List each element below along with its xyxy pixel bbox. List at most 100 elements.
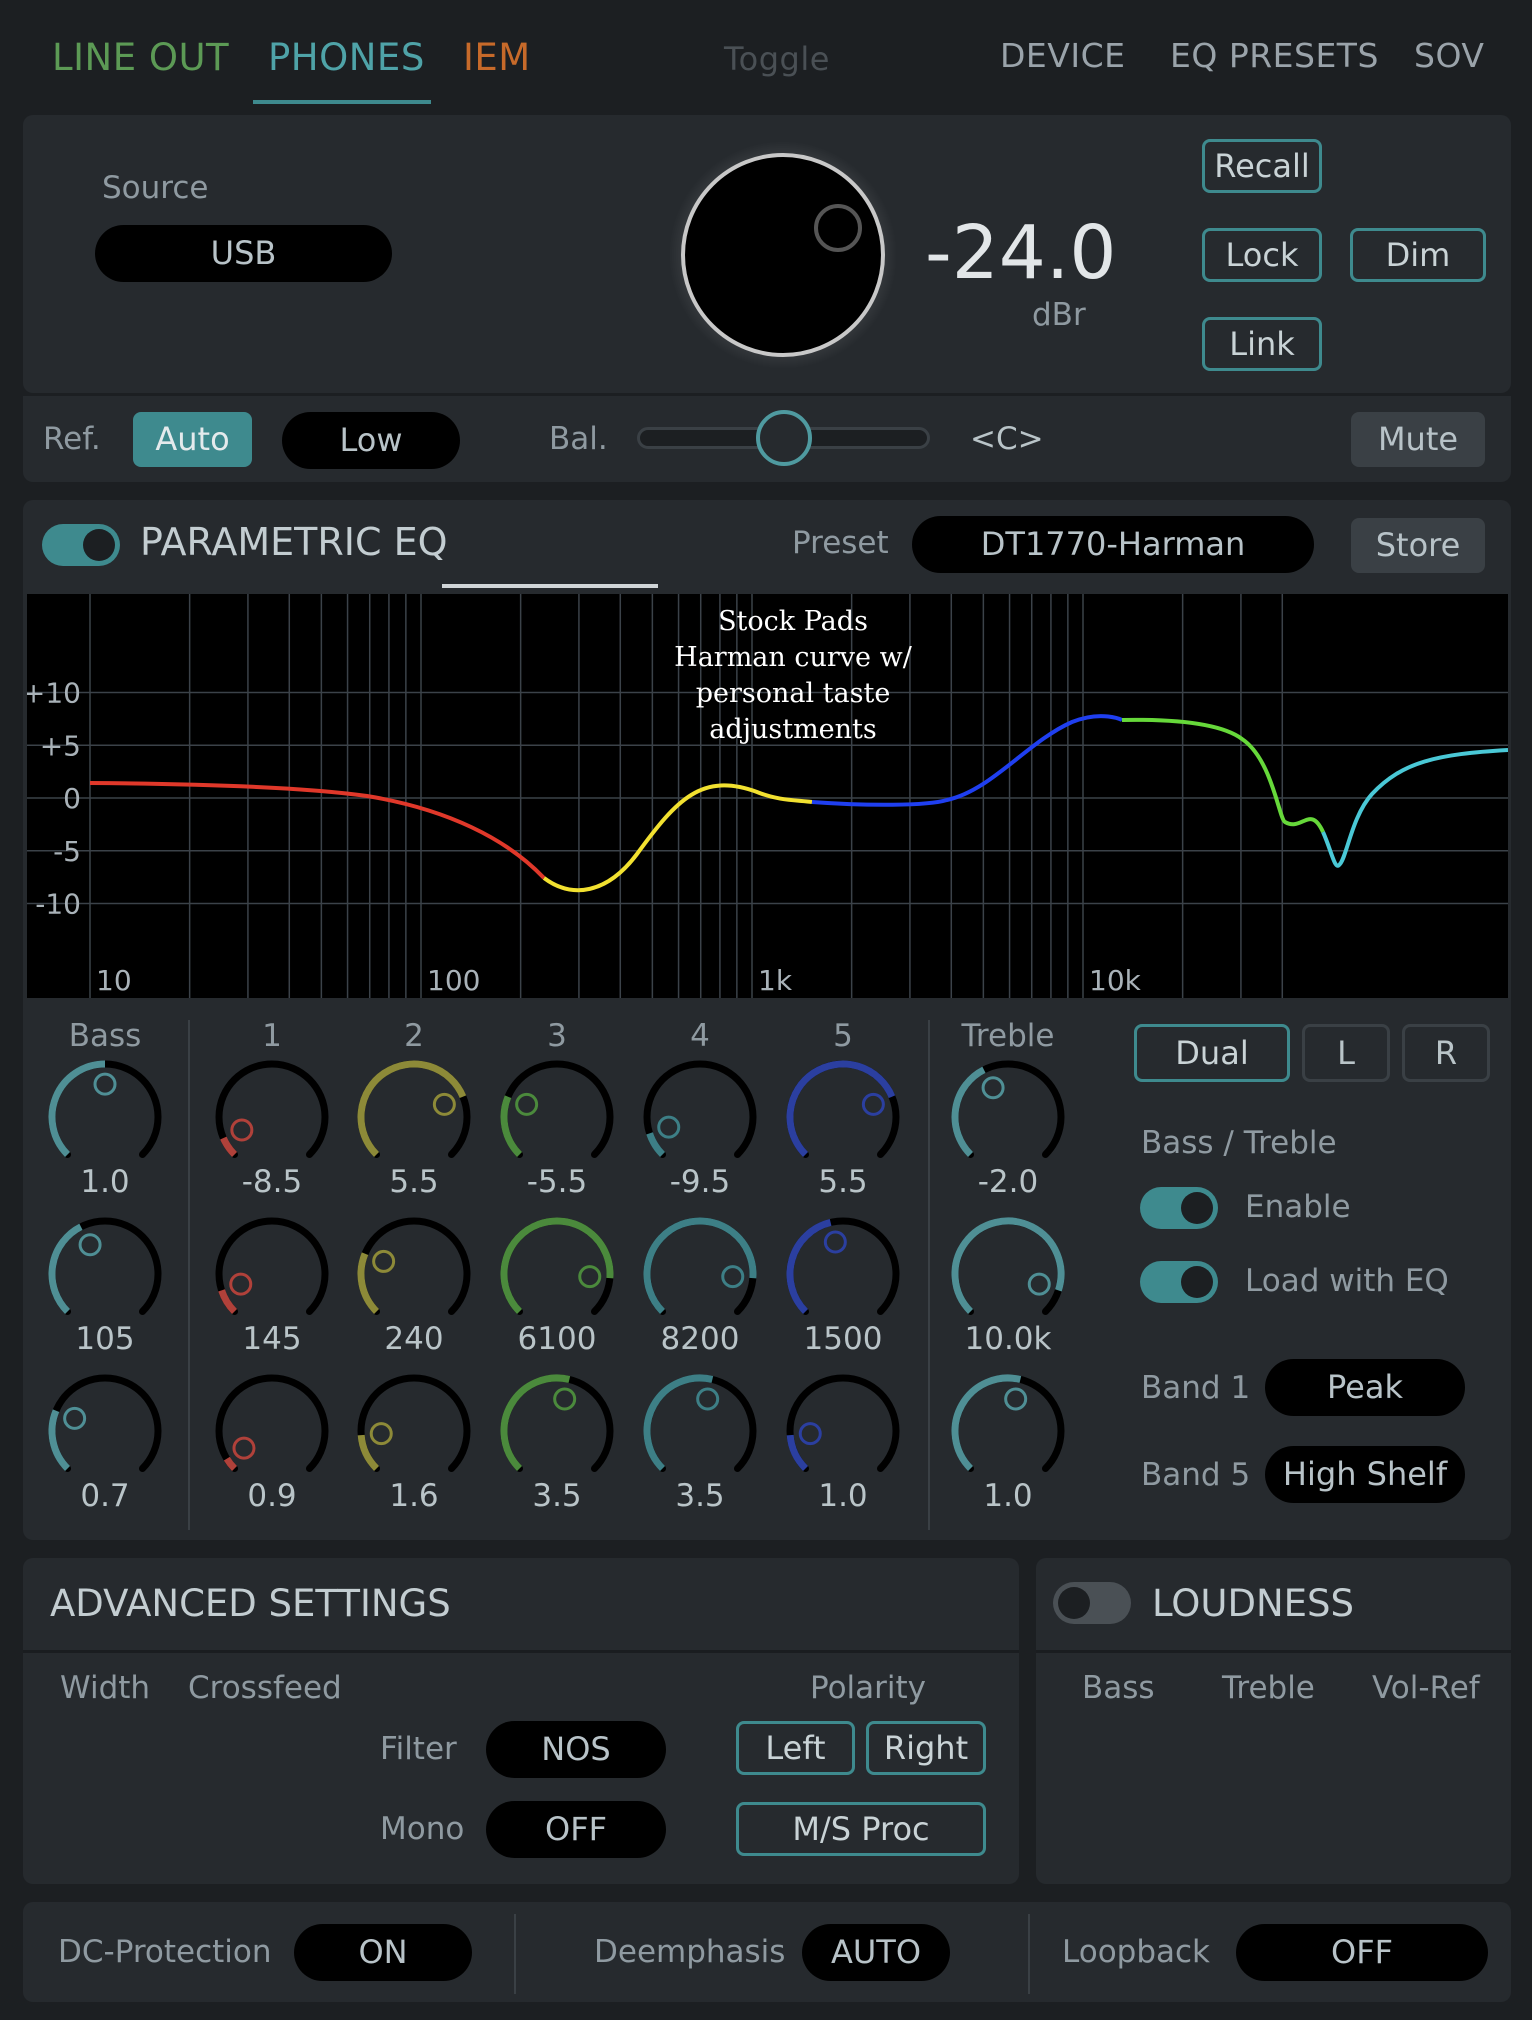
- band-knob-freq[interactable]: [637, 1211, 763, 1337]
- ref-auto-button[interactable]: Auto: [133, 412, 252, 467]
- mute-button[interactable]: Mute: [1351, 412, 1485, 467]
- tab-line-out[interactable]: LINE OUT: [52, 36, 229, 79]
- band-knob-freq[interactable]: [780, 1211, 906, 1337]
- source-label: Source: [102, 170, 209, 206]
- knob-indicator: [515, 1092, 539, 1116]
- band-knob-gain[interactable]: [42, 1054, 168, 1180]
- eq-note-line: Harman curve w/: [674, 642, 913, 673]
- band-knob-q[interactable]: [209, 1368, 335, 1494]
- loopback-select[interactable]: OFF: [1236, 1924, 1488, 1981]
- bands-divider-left: [188, 1020, 190, 1530]
- ms-proc-button[interactable]: M/S Proc: [736, 1802, 986, 1856]
- tab-device[interactable]: DEVICE: [1000, 36, 1125, 75]
- eq-note-line: personal taste: [696, 678, 891, 709]
- eq-x-tick: 10k: [1089, 964, 1142, 997]
- knob-indicator: [1004, 1387, 1028, 1411]
- band-knob-q[interactable]: [351, 1368, 477, 1494]
- band-knob-q[interactable]: [945, 1368, 1071, 1494]
- band-knob-freq[interactable]: [209, 1211, 335, 1337]
- knob-indicator: [93, 1072, 117, 1096]
- loudness-header-line: [1036, 1650, 1511, 1653]
- knob-indicator: [1027, 1272, 1051, 1296]
- knob-indicator: [798, 1422, 822, 1446]
- band-header: 1: [262, 1018, 282, 1054]
- polarity-right-button[interactable]: Right: [866, 1721, 986, 1775]
- band5-type-select[interactable]: High Shelf: [1265, 1446, 1465, 1503]
- volume-knob[interactable]: [668, 140, 898, 370]
- source-select[interactable]: USB: [95, 225, 392, 282]
- band-value-freq: 10.0k: [964, 1321, 1052, 1357]
- band-value-q: 1.6: [389, 1478, 439, 1514]
- loudness-toggle[interactable]: [1053, 1582, 1131, 1624]
- channel-dual-button[interactable]: Dual: [1134, 1024, 1290, 1082]
- knob-indicator: [721, 1265, 745, 1289]
- ref-low-select[interactable]: Low: [282, 412, 460, 469]
- dim-button[interactable]: Dim: [1350, 228, 1486, 282]
- band1-type-select[interactable]: Peak: [1265, 1359, 1465, 1416]
- band-knob-freq[interactable]: [42, 1211, 168, 1337]
- balance-label: Bal.: [549, 421, 608, 457]
- band-value-freq: 1500: [803, 1321, 883, 1357]
- band-knob-q[interactable]: [42, 1368, 168, 1494]
- loudness-title: LOUDNESS: [1152, 1582, 1355, 1625]
- lock-button[interactable]: Lock: [1202, 228, 1322, 282]
- band-knob-gain[interactable]: [945, 1054, 1071, 1180]
- bass-treble-enable-label: Enable: [1245, 1189, 1351, 1225]
- peq-title: PARAMETRIC EQ: [140, 520, 448, 564]
- recall-button[interactable]: Recall: [1202, 139, 1322, 193]
- filter-select[interactable]: NOS: [486, 1721, 666, 1778]
- tab-iem[interactable]: IEM: [463, 36, 531, 79]
- band-knob-freq[interactable]: [351, 1211, 477, 1337]
- band-header: 2: [404, 1018, 424, 1054]
- balance-thumb[interactable]: [756, 410, 812, 466]
- band-knob-gain[interactable]: [209, 1054, 335, 1180]
- band-knob-q[interactable]: [780, 1368, 906, 1494]
- channel-l-button[interactable]: L: [1302, 1024, 1390, 1082]
- band-knob-gain[interactable]: [637, 1054, 763, 1180]
- mono-label: Mono: [380, 1811, 465, 1847]
- eq-x-tick: 100: [427, 964, 480, 997]
- eq-y-tick: -10: [35, 888, 81, 921]
- band-knob-q[interactable]: [637, 1368, 763, 1494]
- tab-eq-presets[interactable]: EQ PRESETS: [1170, 36, 1379, 75]
- knob-indicator: [232, 1436, 256, 1460]
- band-knob-gain[interactable]: [494, 1054, 620, 1180]
- link-button[interactable]: Link: [1202, 317, 1322, 371]
- knob-indicator: [553, 1387, 577, 1411]
- band-knob-freq[interactable]: [945, 1211, 1071, 1337]
- mono-select[interactable]: OFF: [486, 1801, 666, 1858]
- eq-graph[interactable]: +10 +5 0 -5 -10 10 100 1k 10k Stock Pads Harman …: [27, 594, 1508, 998]
- band-knob-gain[interactable]: [780, 1054, 906, 1180]
- band-header: 3: [547, 1018, 567, 1054]
- band-value-gain: 1.0: [80, 1164, 130, 1200]
- preset-select[interactable]: DT1770-Harman: [912, 516, 1314, 573]
- band-value-q: 3.5: [532, 1478, 582, 1514]
- band-knob-gain[interactable]: [351, 1054, 477, 1180]
- eq-y-tick: +5: [40, 729, 81, 762]
- band-knob-freq[interactable]: [494, 1211, 620, 1337]
- dc-protection-label: DC-Protection: [58, 1934, 272, 1970]
- loopback-label: Loopback: [1062, 1934, 1211, 1970]
- load-with-eq-toggle[interactable]: [1140, 1261, 1218, 1303]
- peq-enable-toggle[interactable]: [42, 524, 120, 566]
- band-value-gain: 5.5: [389, 1164, 439, 1200]
- tab-sov[interactable]: SOV: [1414, 36, 1484, 75]
- polarity-left-button[interactable]: Left: [736, 1721, 855, 1775]
- knob-indicator: [63, 1406, 87, 1430]
- eq-note-line: Stock Pads: [718, 606, 868, 637]
- eq-x-tick: 10: [96, 964, 132, 997]
- store-button[interactable]: Store: [1351, 518, 1485, 573]
- bass-treble-enable-toggle[interactable]: [1140, 1187, 1218, 1229]
- deemphasis-select[interactable]: AUTO: [802, 1924, 950, 1981]
- dc-protection-select[interactable]: ON: [294, 1924, 472, 1981]
- tab-phones[interactable]: PHONES: [268, 36, 425, 79]
- band-value-q: 0.9: [247, 1478, 297, 1514]
- band-header: 4: [690, 1018, 710, 1054]
- channel-r-button[interactable]: R: [1402, 1024, 1490, 1082]
- toggle-link[interactable]: Toggle: [724, 40, 830, 78]
- knob-indicator: [369, 1422, 393, 1446]
- knob-indicator: [78, 1233, 102, 1257]
- deemphasis-label: Deemphasis: [594, 1934, 786, 1970]
- band-value-freq: 240: [384, 1321, 444, 1357]
- band-knob-q[interactable]: [494, 1368, 620, 1494]
